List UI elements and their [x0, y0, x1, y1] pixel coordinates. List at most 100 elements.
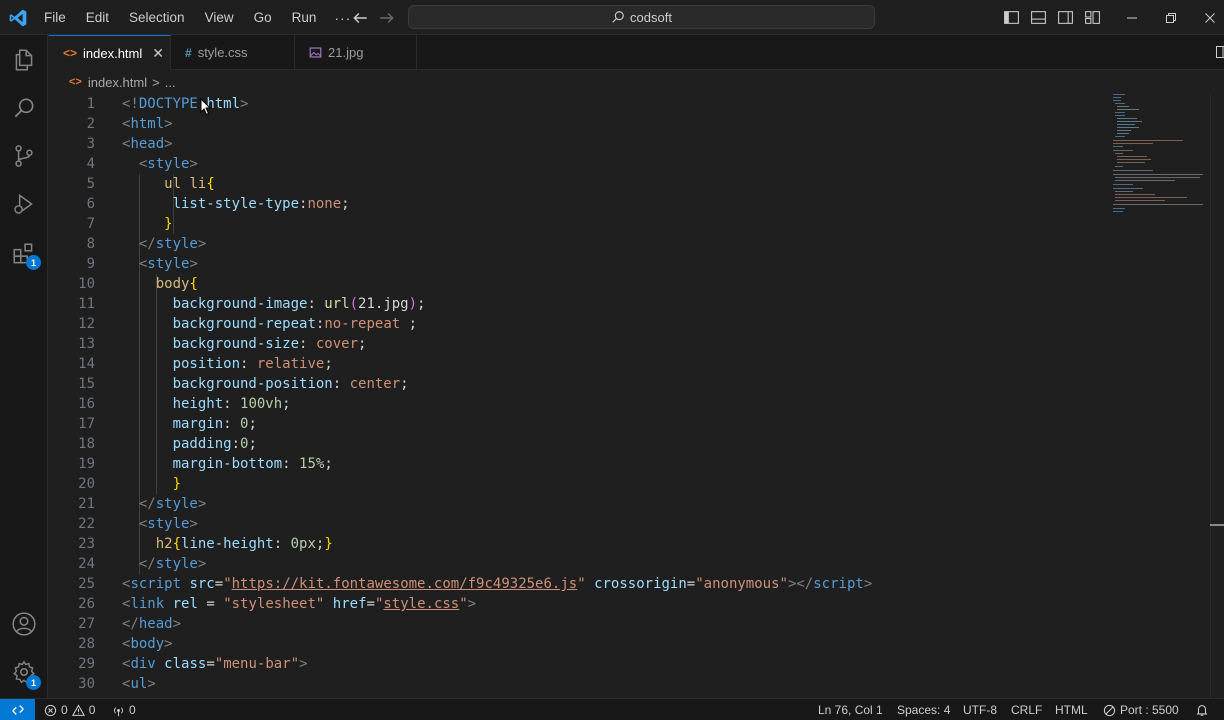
code-line: 25 <script src="https://kit.fontawesome.c…: [78, 576, 873, 592]
code-line: 12 background-repeat:no-repeat ;: [78, 316, 418, 332]
run-debug-icon: [14, 193, 33, 215]
menu-edit[interactable]: Edit: [76, 0, 119, 35]
code-line: 5 ul li{: [86, 176, 215, 192]
warning-count: 0: [88, 703, 96, 717]
tab-label: style.css: [197, 45, 248, 60]
html-file-icon: <>: [69, 76, 82, 88]
mouse-cursor-icon: [200, 98, 212, 116]
settings-badge: 1: [26, 675, 41, 690]
remote-icon: [11, 705, 24, 715]
tab-style-css[interactable]: # style.css: [171, 35, 295, 70]
code-line: 15 background-position: center;: [78, 376, 409, 392]
search-icon: [14, 98, 34, 118]
code-line: 21 </style>: [78, 496, 207, 512]
status-bar: 0 0 0 Ln 76, Col 1 Spaces: 4 UTF-8 CRLF …: [0, 698, 1224, 720]
code-line: 6 list-style-type:none;: [86, 196, 350, 212]
html-file-icon: <>: [63, 46, 78, 60]
menu-file[interactable]: File: [34, 0, 76, 35]
search-view-button[interactable]: [0, 84, 48, 132]
image-icon: [309, 47, 322, 58]
files-icon: [15, 49, 33, 71]
extensions-button[interactable]: 1: [0, 230, 48, 278]
source-control-button[interactable]: [0, 132, 48, 180]
menu-view[interactable]: View: [195, 0, 244, 35]
error-count: 0: [61, 703, 68, 717]
breadcrumb-file[interactable]: index.html: [88, 75, 147, 90]
close-window-button[interactable]: [1190, 0, 1224, 35]
code-line: 23 h2{line-height: 0px;}: [78, 536, 333, 552]
search-icon: [612, 11, 624, 23]
code-editor[interactable]: 1 <!DOCTYPE html> 2 <html> 3 <head> 4 <styl…: [49, 94, 1109, 698]
code-line: 30 <ul>: [78, 676, 156, 692]
minimize-icon: [1126, 17, 1137, 18]
restore-button[interactable]: [1151, 0, 1190, 35]
minimize-button[interactable]: [1112, 0, 1151, 35]
notifications-button[interactable]: [1195, 699, 1209, 720]
css-file-icon: #: [185, 45, 192, 60]
layout-controls: [1003, 9, 1101, 26]
menu-run[interactable]: Run: [282, 0, 327, 35]
error-icon: [44, 704, 57, 716]
breadcrumb-separator: >: [152, 74, 160, 90]
run-debug-button[interactable]: [0, 180, 48, 228]
manage-button[interactable]: 1: [0, 648, 48, 696]
code-line: 9 <style>: [86, 256, 198, 272]
split-editor-icon[interactable]: [1215, 44, 1224, 60]
code-line: 28 <body>: [78, 636, 173, 652]
search-text: codsoft: [630, 9, 672, 25]
code-line: 26 <link rel = "stylesheet" href="style.c…: [78, 596, 477, 612]
end-of-line[interactable]: CRLF: [1011, 699, 1042, 720]
toggle-panel-icon[interactable]: [1030, 9, 1047, 26]
code-line: 22 <style>: [78, 516, 198, 532]
toggle-secondary-sidebar-icon[interactable]: [1057, 9, 1074, 26]
warning-icon: [71, 703, 85, 716]
indentation[interactable]: Spaces: 4: [897, 699, 950, 720]
title-bar: File Edit Selection View Go Run ··· cods…: [0, 0, 1224, 35]
customize-layout-icon[interactable]: [1084, 9, 1101, 26]
code-line: 2 <html>: [86, 116, 173, 132]
restore-icon: [1165, 12, 1176, 23]
live-server-port[interactable]: Port : 5500: [1103, 699, 1179, 720]
encoding[interactable]: UTF-8: [963, 699, 997, 720]
breadcrumb-rest[interactable]: ...: [165, 75, 176, 90]
code-line: 19 margin-bottom: 15%;: [78, 456, 333, 472]
forward-arrow-icon[interactable]: [378, 9, 396, 27]
toggle-primary-sidebar-icon[interactable]: [1003, 9, 1020, 26]
explorer-button[interactable]: [0, 36, 48, 84]
code-line: 11 background-image: url(21.jpg);: [78, 296, 426, 312]
extensions-badge: 1: [26, 255, 41, 270]
tab-label: index.html: [83, 45, 143, 61]
editor-actions: [1215, 44, 1224, 60]
menu-go[interactable]: Go: [244, 0, 282, 35]
account-icon: [12, 612, 36, 636]
tab-label: 21.jpg: [328, 45, 364, 60]
no-entry-icon: [1103, 704, 1116, 716]
tab-index-html[interactable]: <> index.html ✕: [49, 35, 171, 70]
code-line: 18 padding:0;: [78, 436, 257, 452]
language-mode[interactable]: HTML: [1055, 699, 1088, 720]
command-center-search[interactable]: codsoft: [408, 5, 875, 29]
breadcrumb: <> index.html > ...: [49, 70, 176, 94]
window-controls: [1112, 0, 1224, 35]
back-arrow-icon[interactable]: [351, 9, 369, 27]
vscode-logo-icon: [9, 9, 27, 27]
port-label: Port : 5500: [1120, 703, 1179, 717]
code-line: 7 }: [86, 216, 173, 232]
minimap[interactable]: [1109, 94, 1210, 698]
cursor-position[interactable]: Ln 76, Col 1: [818, 699, 883, 720]
close-icon: [1204, 12, 1215, 23]
broadcast-icon: [114, 706, 123, 716]
code-line: 24 </style>: [78, 556, 207, 572]
menu-selection[interactable]: Selection: [119, 0, 195, 35]
problems-indicator[interactable]: 0 0: [44, 699, 95, 720]
remote-button[interactable]: [0, 699, 35, 720]
code-line: 27 </head>: [78, 616, 182, 632]
accounts-button[interactable]: [0, 600, 48, 648]
vertical-scrollbar[interactable]: [1210, 94, 1224, 698]
code-line: 3 <head>: [86, 136, 173, 152]
ports-indicator[interactable]: 0: [112, 699, 136, 720]
code-line: 20 }: [78, 476, 182, 492]
tab-21-jpg[interactable]: 21.jpg: [295, 35, 417, 70]
close-tab-icon[interactable]: ✕: [152, 45, 164, 62]
bell-icon: [1196, 705, 1208, 716]
